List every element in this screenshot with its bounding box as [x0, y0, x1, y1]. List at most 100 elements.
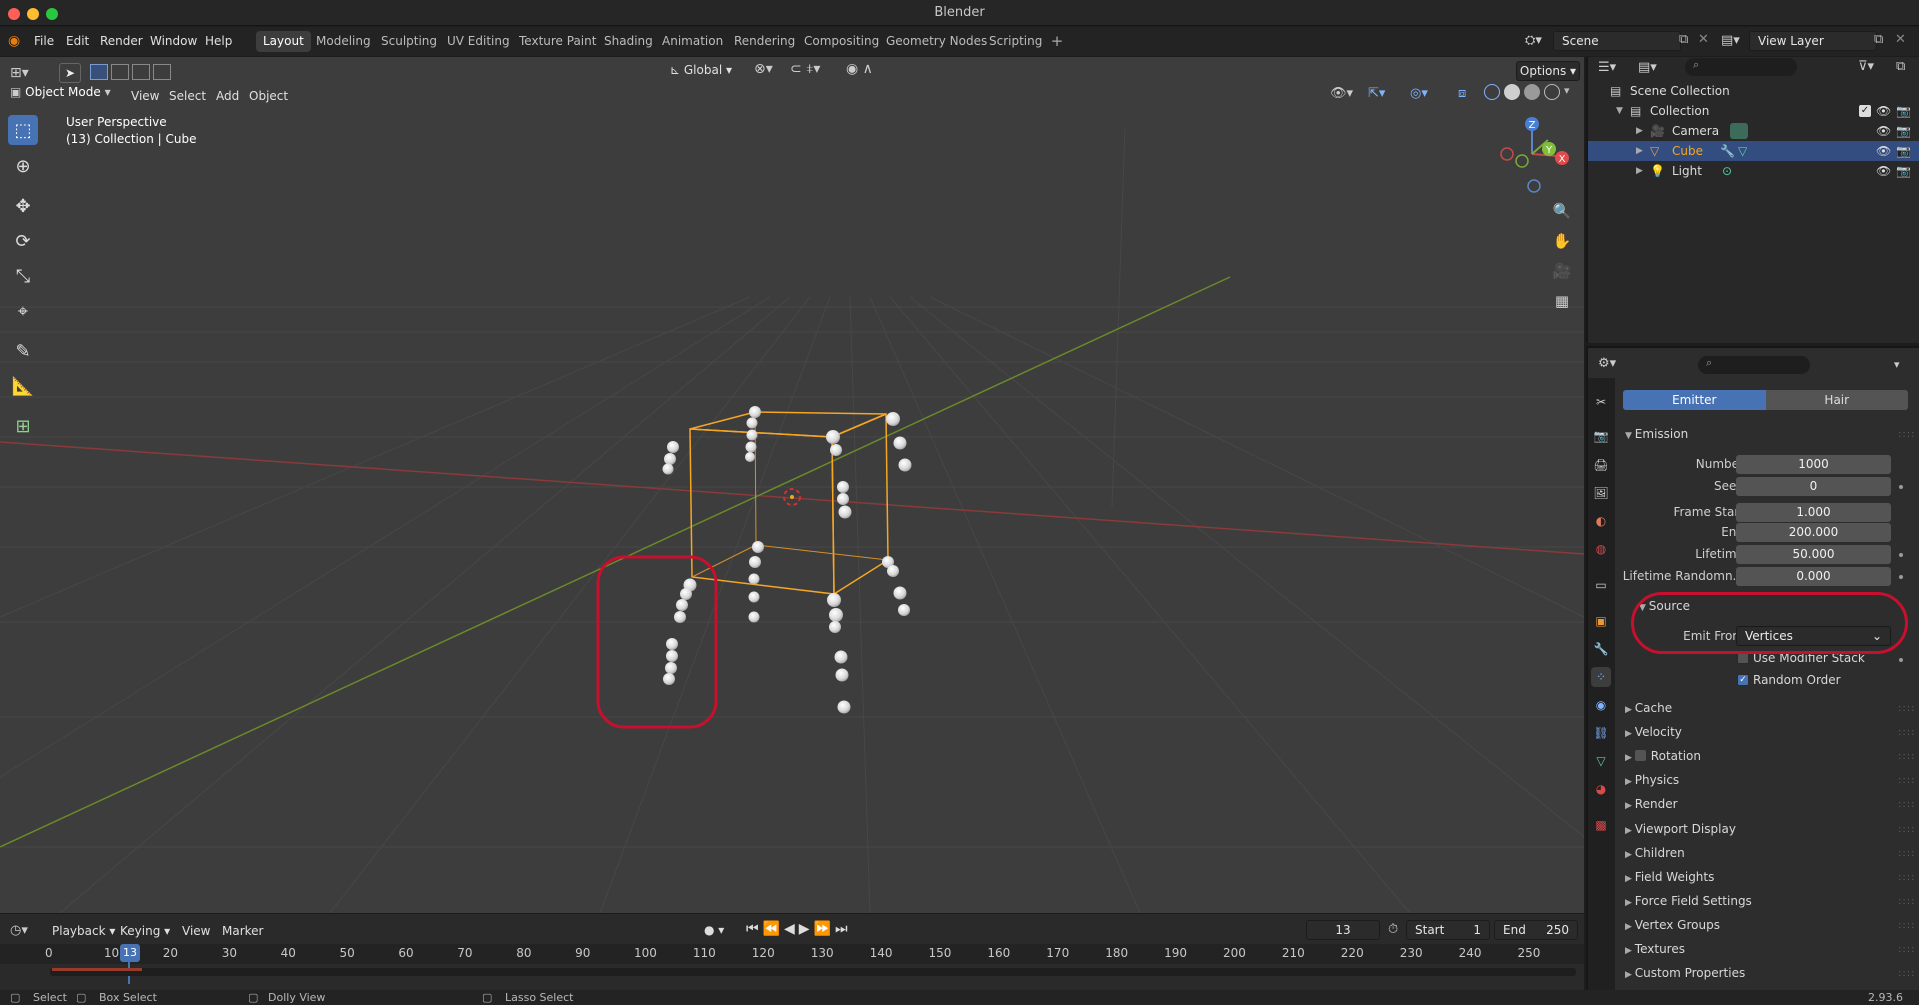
panel-grip-icon[interactable]: ::::	[1898, 727, 1915, 738]
outliner-search-input[interactable]: ⌕	[1685, 58, 1797, 76]
current-frame-field[interactable]: 13	[1306, 920, 1380, 940]
tab-rendering[interactable]: Rendering	[727, 31, 802, 52]
viewport-menu-view[interactable]: View	[125, 86, 165, 106]
select-tool-icon[interactable]: ➤	[59, 63, 81, 83]
panel-grip-icon[interactable]: ::::	[1898, 896, 1915, 907]
tab-scripting[interactable]: Scripting	[982, 31, 1049, 52]
preview-range-icon[interactable]: ⏱	[1388, 922, 1398, 937]
panel-render[interactable]: ▶ Render::::	[1625, 797, 1914, 811]
timeline-menu-marker[interactable]: Marker	[216, 921, 269, 941]
texture-tab-icon[interactable]: ▩	[1591, 815, 1611, 835]
camera-render-icon[interactable]: 📷	[1896, 121, 1911, 141]
material-shading-icon[interactable]	[1524, 84, 1540, 100]
material-tab-icon[interactable]: ◕	[1591, 779, 1611, 799]
menu-render[interactable]: Render	[94, 32, 149, 51]
xray-toggle-icon[interactable]: ⧈	[1458, 86, 1466, 101]
tab-sculpting[interactable]: Sculpting	[374, 31, 444, 52]
scale-tool-icon[interactable]: ⤡	[8, 261, 38, 291]
emission-grip-icon[interactable]: ::::	[1898, 429, 1915, 440]
set-selection-icon[interactable]	[90, 64, 108, 80]
scene-tab-icon[interactable]: ◐	[1591, 511, 1611, 531]
light-render-icon[interactable]: 📷	[1896, 161, 1911, 181]
new-scene-icon[interactable]: ⧉	[1679, 32, 1688, 47]
solid-shading-icon[interactable]	[1504, 84, 1520, 100]
panel-textures[interactable]: ▶ Textures::::	[1625, 942, 1914, 956]
camera-visibility-icon[interactable]: 👁	[1876, 121, 1891, 141]
expand-camera-icon[interactable]: ▶	[1636, 121, 1643, 141]
lifetime-random-field[interactable]: 0.000	[1736, 567, 1891, 586]
options-button[interactable]: Options ▾	[1516, 61, 1580, 81]
emitter-button[interactable]: Emitter	[1623, 390, 1766, 410]
panel-grip-icon[interactable]: ::::	[1898, 944, 1915, 955]
visibility-icon[interactable]: 👁▾	[1330, 86, 1353, 101]
menu-window[interactable]: Window	[144, 32, 203, 51]
properties-editor-type-icon[interactable]: ⚙▾	[1598, 356, 1616, 371]
panel-grip-icon[interactable]: ::::	[1898, 824, 1915, 835]
extend-selection-icon[interactable]	[111, 64, 129, 80]
transform-tool-icon[interactable]: ⌖	[8, 296, 38, 326]
view-layer-tab-icon[interactable]: 🖼	[1591, 483, 1611, 503]
number-field[interactable]: 1000	[1736, 455, 1891, 474]
viewport-menu-select[interactable]: Select	[163, 86, 212, 106]
outliner-item-cube[interactable]: ▶ ▽ Cube 🔧 ▽ 👁 📷	[1588, 141, 1919, 161]
zoom-icon[interactable]: 🔍	[1549, 198, 1575, 224]
seed-field[interactable]: 0	[1736, 477, 1891, 496]
playback-controls[interactable]: ⏮⏪◀▶⏩⏭	[746, 921, 852, 937]
world-tab-icon[interactable]: ◍	[1591, 539, 1611, 559]
pivot-point-icon[interactable]: ⊗▾	[754, 61, 784, 77]
annotate-tool-icon[interactable]: ✎	[8, 336, 38, 366]
outliner-scene-collection[interactable]: ▤ Scene Collection	[1588, 81, 1919, 101]
panel-velocity[interactable]: ▶ Velocity::::	[1625, 725, 1914, 739]
collection-visibility-icon[interactable]: 👁	[1876, 101, 1891, 121]
outliner-editor-type-icon[interactable]: ☰▾	[1598, 60, 1616, 75]
panel-grip-icon[interactable]: ::::	[1898, 775, 1915, 786]
tab-texture-paint[interactable]: Texture Paint	[512, 31, 603, 52]
panel-grip-icon[interactable]: ::::	[1898, 848, 1915, 859]
snap-icon[interactable]: ⊂ ⧧▾	[790, 61, 840, 77]
lifetime-random-keyframe-dot[interactable]	[1899, 575, 1903, 579]
hair-button[interactable]: Hair	[1765, 390, 1908, 410]
camera-data-icon[interactable]	[1730, 123, 1748, 139]
timeline-menu-keying[interactable]: Keying ▾	[114, 921, 176, 941]
tweak-tool-icon[interactable]: ⬚	[8, 115, 38, 145]
expand-cube-icon[interactable]: ▶	[1636, 141, 1643, 161]
frame-end-field[interactable]: 200.000	[1736, 523, 1891, 542]
particles-tab-icon[interactable]: ⁘	[1591, 667, 1611, 687]
light-visibility-icon[interactable]: 👁	[1876, 161, 1891, 181]
panel-physics[interactable]: ▶ Physics::::	[1625, 773, 1914, 787]
auto-keying-icon[interactable]: ● ▾	[704, 923, 724, 937]
tab-animation[interactable]: Animation	[655, 31, 730, 52]
lifetime-field[interactable]: 50.000	[1736, 545, 1891, 564]
tab-compositing[interactable]: Compositing	[797, 31, 886, 52]
tab-shading[interactable]: Shading	[597, 31, 660, 52]
mesh-data-icon[interactable]: ▽	[1738, 141, 1747, 161]
display-mode-icon[interactable]: ▤▾	[1638, 60, 1657, 75]
3d-viewport[interactable]	[0, 57, 1584, 913]
panel-grip-icon[interactable]: ::::	[1898, 799, 1915, 810]
add-cube-tool-icon[interactable]: ⊞	[8, 411, 38, 441]
rendered-shading-icon[interactable]	[1544, 84, 1560, 100]
random-order-checkbox[interactable]: ✓	[1737, 674, 1749, 686]
panel-cache[interactable]: ▶ Cache::::	[1625, 701, 1914, 715]
wireframe-shading-icon[interactable]	[1484, 84, 1500, 100]
panel-grip-icon[interactable]: ::::	[1898, 968, 1915, 979]
menu-file[interactable]: File	[28, 32, 60, 51]
tab-modeling[interactable]: Modeling	[309, 31, 378, 52]
outliner-item-light[interactable]: ▶ 💡 Light ⊙ 👁 📷	[1588, 161, 1919, 181]
outliner-item-camera[interactable]: ▶ 🎥 Camera 👁 📷	[1588, 121, 1919, 141]
object-tab-icon[interactable]: ▣	[1591, 611, 1611, 631]
collection-tab-icon[interactable]: ▭	[1591, 575, 1611, 595]
blender-logo-icon[interactable]: ◉	[8, 33, 24, 49]
pan-hand-icon[interactable]: ✋	[1549, 228, 1575, 254]
measure-tool-icon[interactable]: 📐	[8, 371, 38, 401]
timeline-scrollbar[interactable]	[50, 968, 1576, 976]
viewport-menu-add[interactable]: Add	[210, 86, 245, 106]
panel-grip-icon[interactable]: ::::	[1898, 703, 1915, 714]
grid-toggle-icon[interactable]: ▦	[1549, 288, 1575, 314]
new-collection-icon[interactable]: ⧉	[1896, 59, 1905, 74]
panel-grip-icon[interactable]: ::::	[1898, 872, 1915, 883]
collection-checkbox[interactable]: ✓	[1859, 105, 1871, 117]
editor-type-icon[interactable]: ⊞▾	[10, 65, 40, 83]
physics-tab-icon[interactable]: ◉	[1591, 695, 1611, 715]
tab-layout[interactable]: Layout	[256, 31, 311, 52]
